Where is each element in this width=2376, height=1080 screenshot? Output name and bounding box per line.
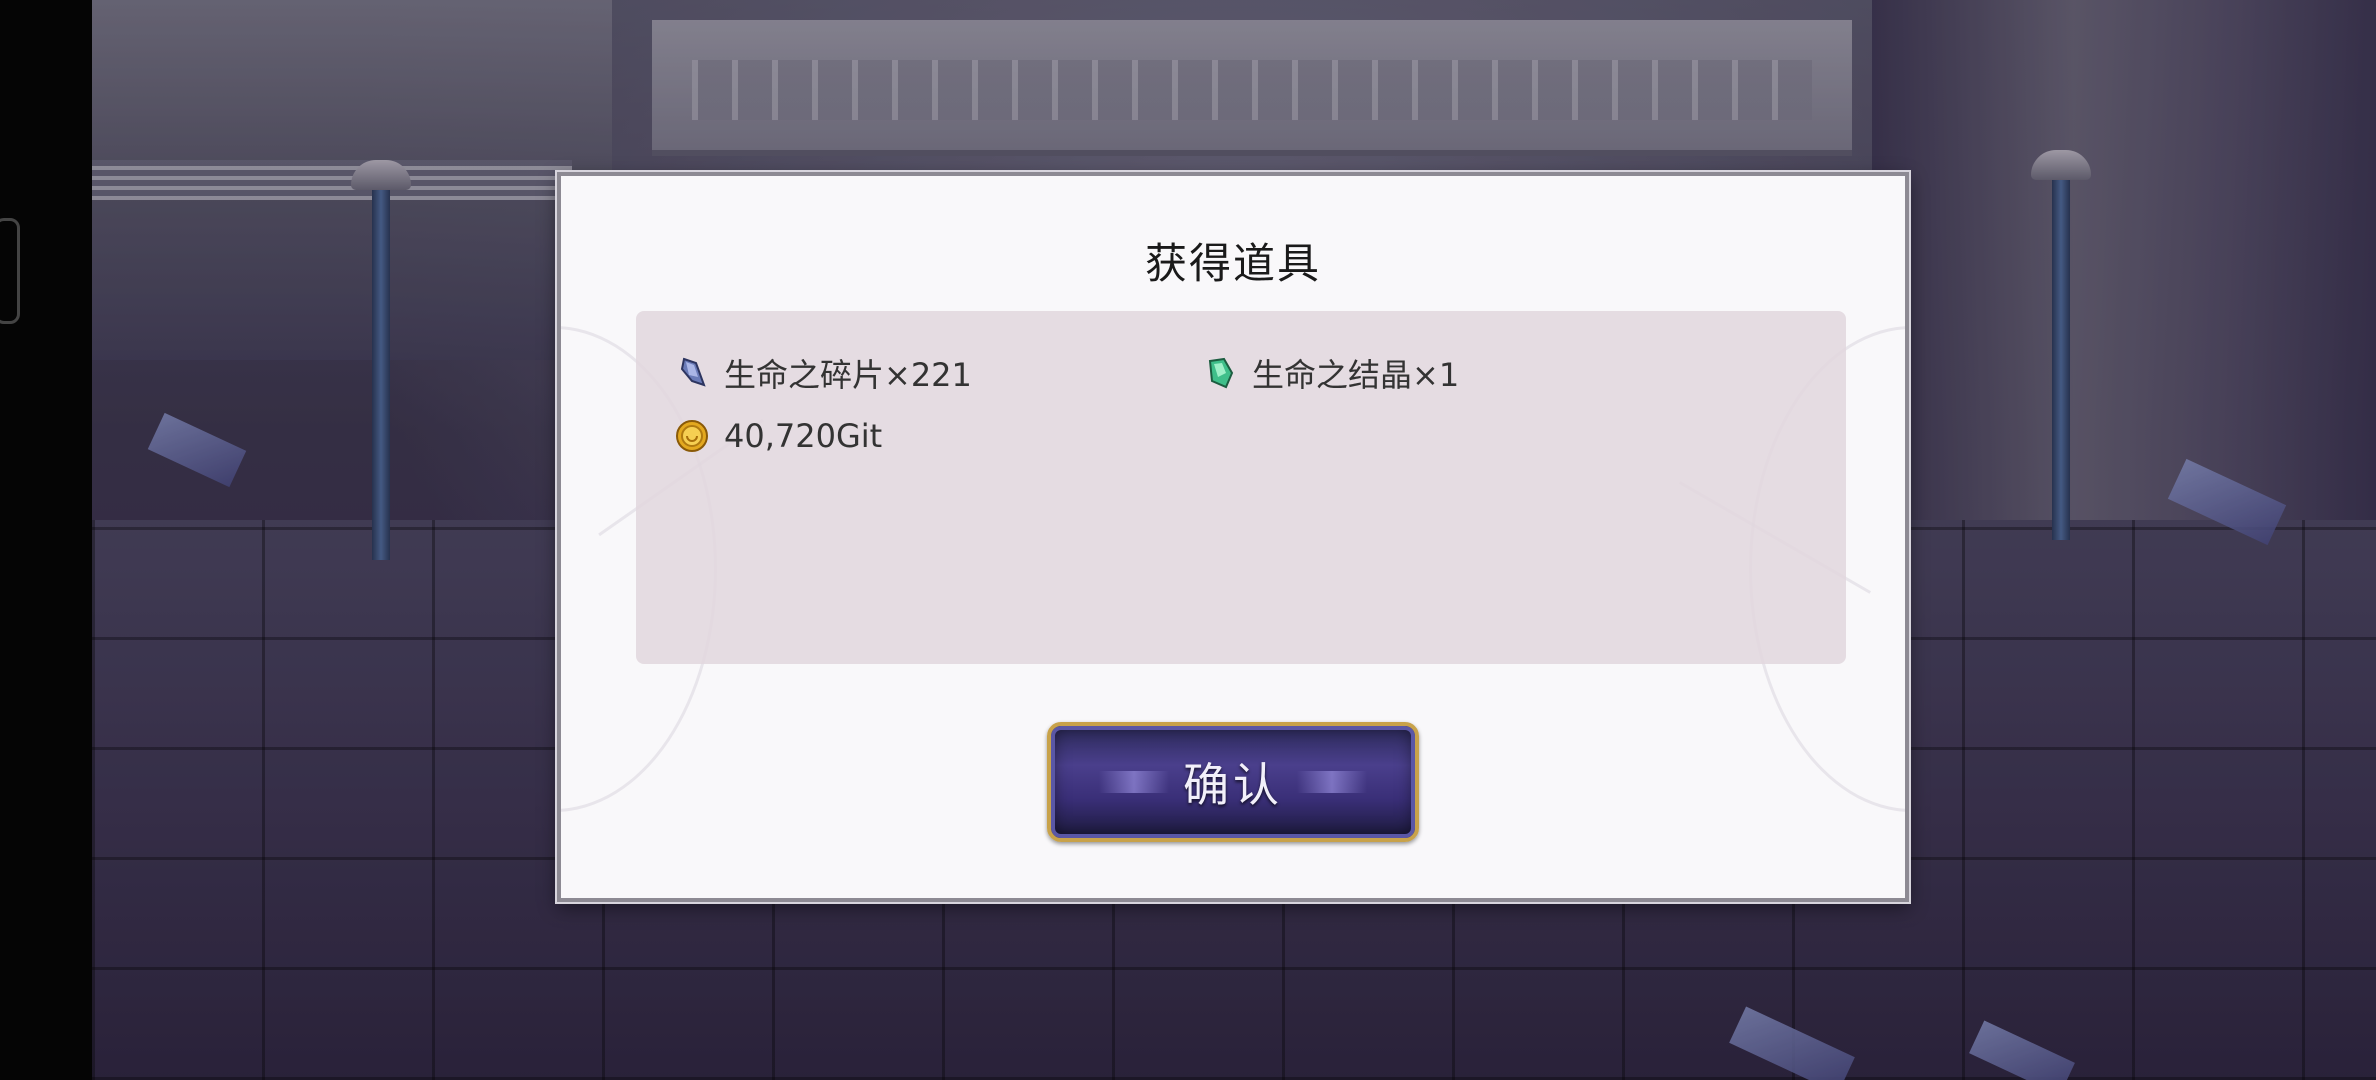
button-ornament [1099, 771, 1169, 793]
button-ornament [1297, 771, 1367, 793]
confirm-button[interactable]: 确认 [1047, 722, 1419, 842]
dialog-title: 获得道具 [1144, 239, 1321, 288]
reward-items-panel: 生命之碎片×221 生命之结晶×1 40,720Git [636, 311, 1846, 664]
side-handle [0, 218, 20, 324]
reward-item-label: 生命之结晶×1 [1252, 356, 1460, 394]
green-crystal-icon [1208, 357, 1234, 389]
reward-item: 生命之碎片×221 [674, 351, 972, 395]
reward-item-label: 40,720Git [724, 417, 883, 455]
confirm-button-label: 确认 [1183, 758, 1283, 812]
reward-item: 40,720Git [674, 414, 882, 458]
reward-item: 生命之结晶×1 [1202, 351, 1459, 395]
left-black-bar [0, 0, 92, 1080]
gold-coin-icon [676, 420, 708, 452]
game-screen: 获得道具 生命之碎片×221 生命之结晶×1 40,720Git 确认 [0, 0, 2376, 1080]
item-reward-dialog: 获得道具 生命之碎片×221 生命之结晶×1 40,720Git 确认 [557, 172, 1909, 902]
reward-item-label: 生命之碎片×221 [724, 356, 972, 394]
crystal-shard-icon [680, 357, 706, 387]
